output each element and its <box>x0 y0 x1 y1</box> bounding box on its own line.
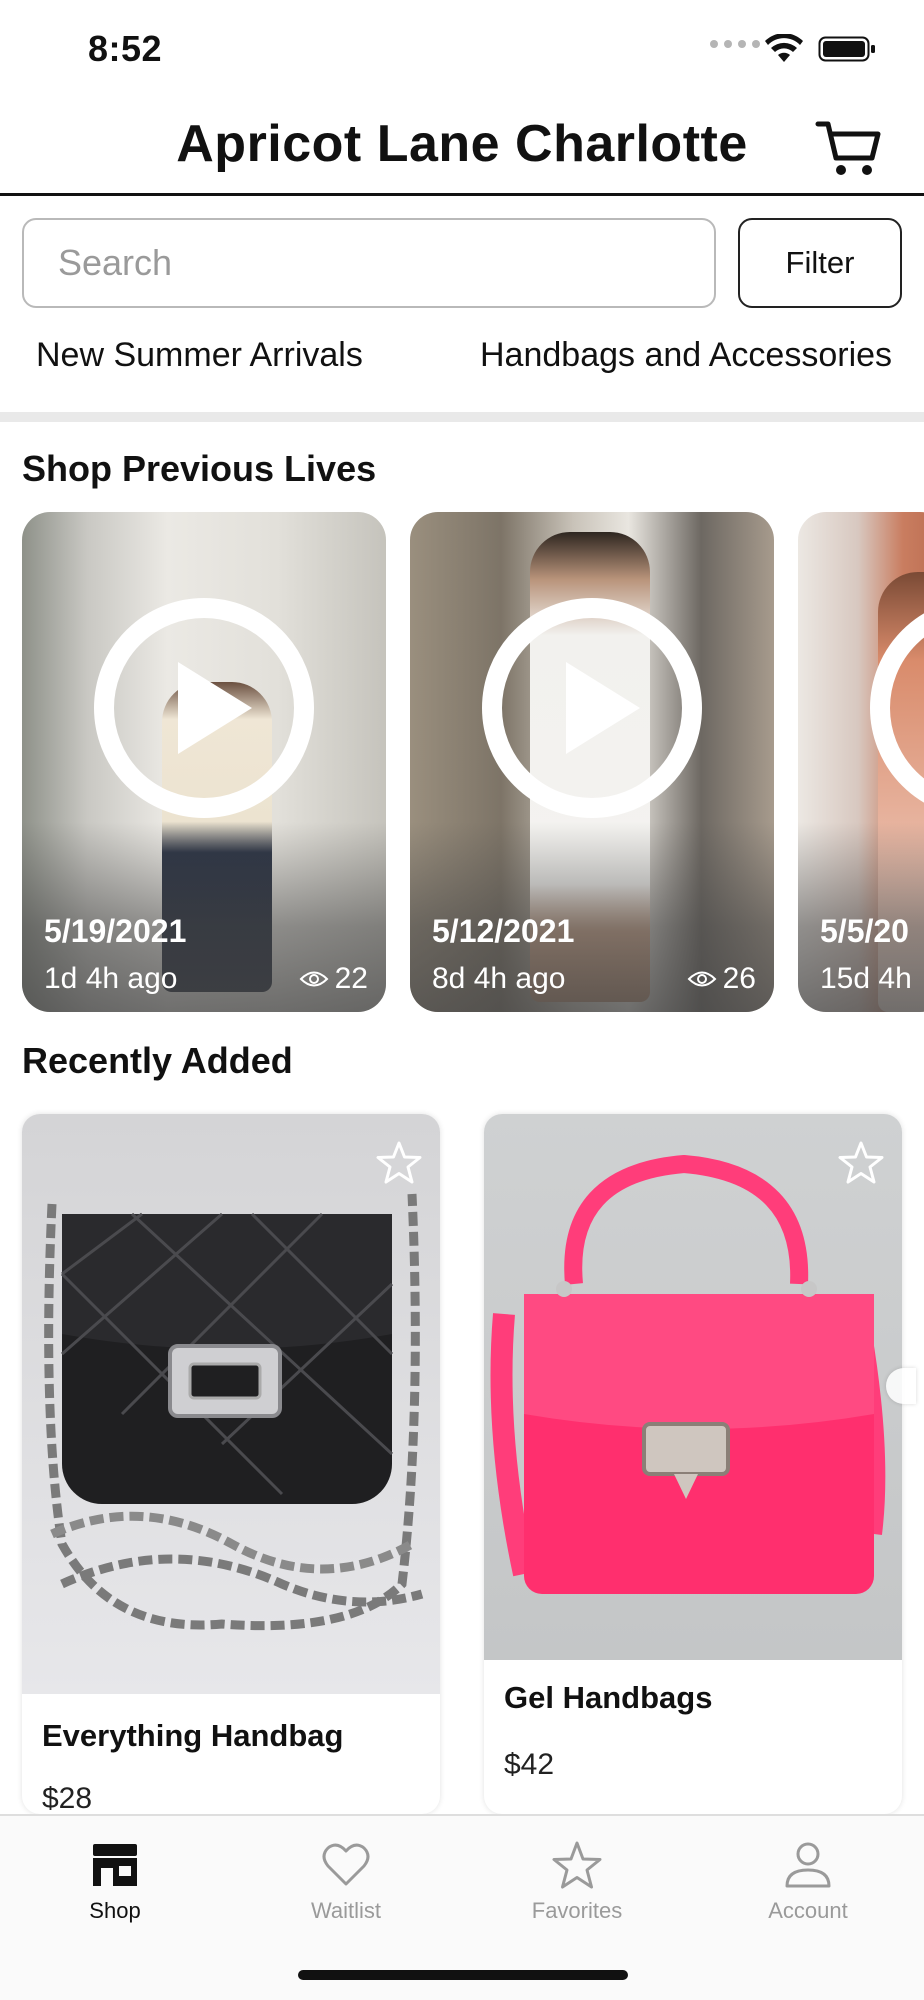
signal-dots-icon <box>710 40 760 48</box>
product-price: $28 <box>42 1782 93 1814</box>
store-icon <box>93 1844 137 1886</box>
section-title-previous-lives: Shop Previous Lives <box>22 448 377 489</box>
tab-label: Favorites <box>531 1898 623 1923</box>
product-image <box>22 1114 440 1694</box>
tab-label: Shop <box>89 1898 141 1923</box>
status-bar: 8:52 <box>0 0 924 100</box>
star-icon[interactable] <box>838 1140 884 1186</box>
carousel-scroll-handle[interactable] <box>886 1368 916 1404</box>
handbag-image <box>490 1154 886 1594</box>
eye-icon <box>687 971 717 987</box>
live-time-ago: 15d 4h <box>820 962 912 995</box>
tab-shop[interactable]: Shop <box>15 1840 215 1924</box>
status-time: 8:52 <box>88 28 163 69</box>
view-count-value: 22 <box>334 962 368 995</box>
play-icon[interactable] <box>868 596 924 820</box>
app-header: Apricot Lane Charlotte <box>0 100 924 196</box>
tab-label: Account <box>768 1898 848 1923</box>
live-view-count: 22 <box>299 962 368 996</box>
category-tab-new-summer-arrivals[interactable]: New Summer Arrivals <box>36 336 363 375</box>
product-name: Gel Handbags <box>504 1680 713 1715</box>
live-date: 5/19/2021 <box>44 913 187 949</box>
live-video-card[interactable]: 5/19/2021 1d 4h ago 22 <box>22 512 386 1012</box>
live-date: 5/12/2021 <box>432 913 575 949</box>
live-date: 5/5/20 <box>820 913 909 949</box>
live-time-ago: 1d 4h ago <box>44 962 178 995</box>
filter-button[interactable]: Filter <box>738 218 902 308</box>
home-indicator[interactable] <box>298 1970 628 1980</box>
product-card[interactable]: Gel Handbags $42 <box>484 1114 902 1814</box>
live-time-ago: 8d 4h ago <box>432 962 566 995</box>
play-icon[interactable] <box>480 596 704 820</box>
star-icon[interactable] <box>376 1140 422 1186</box>
search-input[interactable] <box>22 218 716 308</box>
view-count-value: 26 <box>722 962 756 995</box>
cart-icon[interactable] <box>814 116 884 180</box>
product-name: Everything Handbag <box>42 1718 344 1753</box>
category-tab-handbags-accessories[interactable]: Handbags and Accessories <box>480 336 892 375</box>
battery-icon <box>818 36 875 62</box>
category-tabs: New Summer Arrivals Handbags and Accesso… <box>0 330 924 390</box>
product-image <box>484 1114 902 1660</box>
tab-label: Waitlist <box>310 1898 382 1923</box>
product-price: $42 <box>504 1748 555 1781</box>
heart-icon <box>322 1843 370 1886</box>
live-video-card[interactable]: 5/12/2021 8d 4h ago 26 <box>410 512 774 1012</box>
eye-icon <box>299 971 329 987</box>
product-card[interactable]: Everything Handbag $28 <box>22 1114 440 1814</box>
person-icon <box>785 1842 831 1888</box>
play-icon[interactable] <box>92 596 316 820</box>
star-icon <box>552 1841 602 1889</box>
section-title-recently-added: Recently Added <box>22 1040 293 1081</box>
tab-account[interactable]: Account <box>708 1840 908 1924</box>
section-divider <box>0 412 924 422</box>
tab-waitlist[interactable]: Waitlist <box>246 1840 446 1924</box>
live-video-card[interactable]: 5/5/20 15d 4h <box>798 512 924 1012</box>
tab-favorites[interactable]: Favorites <box>477 1840 677 1924</box>
live-view-count: 26 <box>687 962 756 996</box>
handbag-image <box>44 1193 424 1631</box>
page-title: Apricot Lane Charlotte <box>176 115 748 173</box>
wifi-icon <box>765 34 803 62</box>
